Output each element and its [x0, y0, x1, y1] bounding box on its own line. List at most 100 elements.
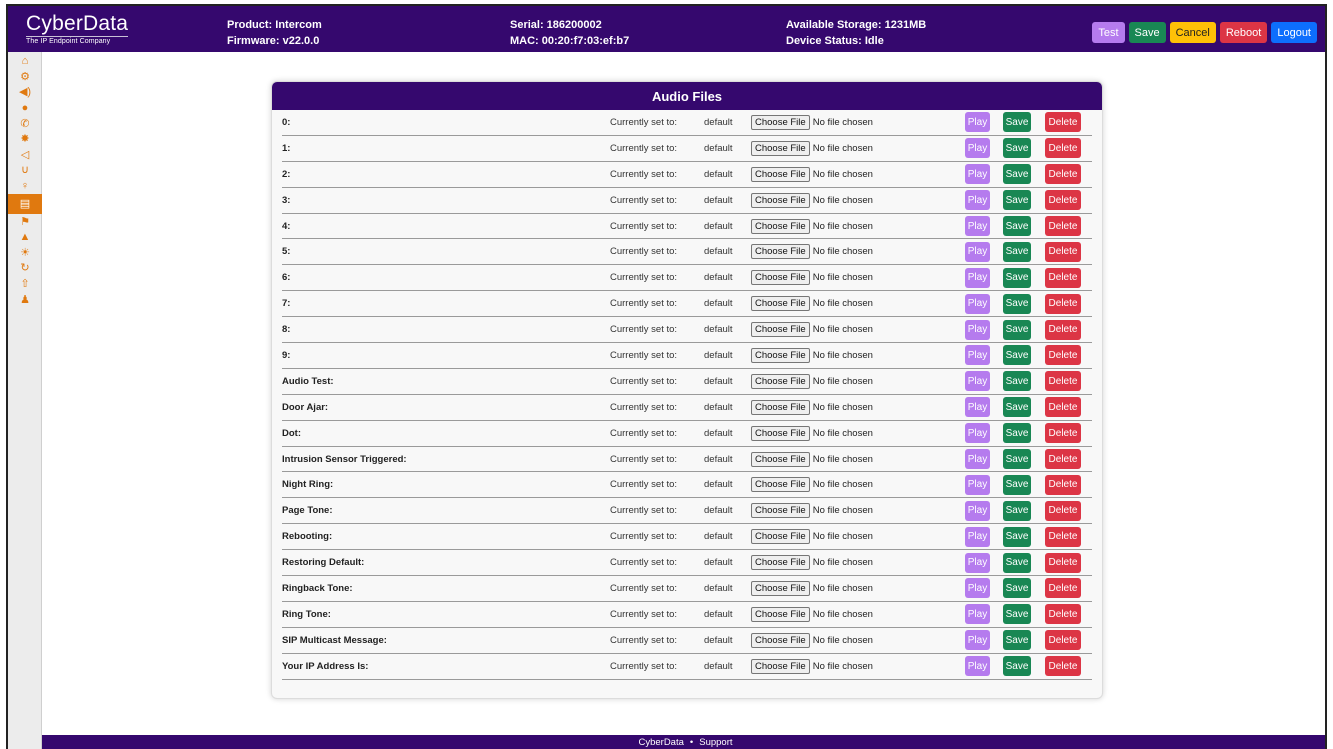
footer-cyberdata-link[interactable]: CyberData	[638, 737, 683, 748]
row-save-button[interactable]: Save	[1003, 345, 1031, 366]
play-button[interactable]: Play	[965, 578, 990, 599]
choose-file-button[interactable]: Choose File	[751, 244, 810, 260]
play-button[interactable]: Play	[965, 319, 990, 340]
user-icon[interactable]: ♟	[8, 292, 42, 308]
phone-icon[interactable]: ✆	[8, 116, 42, 132]
play-button[interactable]: Play	[965, 216, 990, 236]
choose-file-button[interactable]: Choose File	[751, 140, 810, 156]
row-save-button[interactable]: Save	[1003, 500, 1031, 521]
play-button[interactable]: Play	[965, 267, 990, 288]
row-save-button[interactable]: Save	[1003, 293, 1031, 314]
choose-file-button[interactable]: Choose File	[751, 322, 810, 338]
choose-file-button[interactable]: Choose File	[751, 166, 810, 182]
row-save-button[interactable]: Save	[1003, 319, 1031, 340]
delete-button[interactable]: Delete	[1045, 604, 1081, 625]
row-save-button[interactable]: Save	[1003, 578, 1031, 599]
delete-button[interactable]: Delete	[1045, 371, 1081, 392]
delete-button[interactable]: Delete	[1045, 552, 1081, 573]
delete-button[interactable]: Delete	[1045, 449, 1081, 470]
row-save-button[interactable]: Save	[1003, 138, 1031, 159]
delete-button[interactable]: Delete	[1045, 474, 1081, 495]
row-save-button[interactable]: Save	[1003, 474, 1031, 495]
play-button[interactable]: Play	[965, 241, 990, 262]
choose-file-button[interactable]: Choose File	[751, 296, 810, 312]
delete-button[interactable]: Delete	[1045, 138, 1081, 159]
delete-button[interactable]: Delete	[1045, 630, 1081, 651]
play-button[interactable]: Play	[965, 500, 990, 521]
row-save-button[interactable]: Save	[1003, 112, 1031, 133]
cancel-button[interactable]: Cancel	[1169, 22, 1216, 43]
row-save-button[interactable]: Save	[1003, 423, 1031, 444]
row-save-button[interactable]: Save	[1003, 552, 1031, 573]
choose-file-button[interactable]: Choose File	[751, 373, 810, 389]
row-save-button[interactable]: Save	[1003, 216, 1031, 236]
play-button[interactable]: Play	[965, 371, 990, 392]
row-save-button[interactable]: Save	[1003, 630, 1031, 651]
choose-file-button[interactable]: Choose File	[751, 632, 810, 648]
choose-file-button[interactable]: Choose File	[751, 503, 810, 519]
row-save-button[interactable]: Save	[1003, 397, 1031, 418]
delete-button[interactable]: Delete	[1045, 578, 1081, 599]
delete-button[interactable]: Delete	[1045, 397, 1081, 418]
choose-file-button[interactable]: Choose File	[751, 529, 810, 545]
row-save-button[interactable]: Save	[1003, 371, 1031, 392]
delete-button[interactable]: Delete	[1045, 345, 1081, 366]
row-save-button[interactable]: Save	[1003, 164, 1031, 185]
play-button[interactable]: Play	[965, 190, 990, 211]
delete-button[interactable]: Delete	[1045, 293, 1081, 314]
choose-file-button[interactable]: Choose File	[751, 606, 810, 622]
choose-file-button[interactable]: Choose File	[751, 347, 810, 363]
play-button[interactable]: Play	[965, 164, 990, 185]
logout-button[interactable]: Logout	[1271, 22, 1317, 43]
choose-file-button[interactable]: Choose File	[751, 114, 810, 130]
delete-button[interactable]: Delete	[1045, 164, 1081, 185]
choose-file-button[interactable]: Choose File	[751, 477, 810, 493]
sun-icon[interactable]: ☀	[8, 246, 42, 262]
lock-icon[interactable]: ▲	[8, 230, 42, 246]
play-button[interactable]: Play	[965, 397, 990, 418]
choose-file-button[interactable]: Choose File	[751, 218, 810, 234]
play-button[interactable]: Play	[965, 630, 990, 651]
row-save-button[interactable]: Save	[1003, 190, 1031, 211]
play-button[interactable]: Play	[965, 345, 990, 366]
audio-file-icon[interactable]: ▤	[8, 194, 42, 215]
badge-icon[interactable]: ✸	[8, 132, 42, 148]
flag-icon[interactable]: ⚑	[8, 214, 42, 230]
delete-button[interactable]: Delete	[1045, 190, 1081, 211]
row-save-button[interactable]: Save	[1003, 449, 1031, 470]
globe-icon[interactable]: ●	[8, 101, 42, 117]
upload-icon[interactable]: ⇧	[8, 277, 42, 293]
play-button[interactable]: Play	[965, 112, 990, 133]
footer-support-link[interactable]: Support	[699, 737, 732, 748]
logo[interactable]: CyberData The IP Endpoint Company	[26, 13, 129, 45]
play-button[interactable]: Play	[965, 423, 990, 444]
choose-file-button[interactable]: Choose File	[751, 270, 810, 286]
row-save-button[interactable]: Save	[1003, 604, 1031, 625]
choose-file-button[interactable]: Choose File	[751, 555, 810, 571]
play-button[interactable]: Play	[965, 293, 990, 314]
row-save-button[interactable]: Save	[1003, 656, 1031, 677]
volume-icon[interactable]: ◀)	[8, 85, 42, 101]
choose-file-button[interactable]: Choose File	[751, 425, 810, 441]
lightbulb-icon[interactable]: ♀	[8, 179, 42, 195]
choose-file-button[interactable]: Choose File	[751, 192, 810, 208]
reboot-button[interactable]: Reboot	[1219, 22, 1268, 43]
play-button[interactable]: Play	[965, 604, 990, 625]
delete-button[interactable]: Delete	[1045, 267, 1081, 288]
play-button[interactable]: Play	[965, 138, 990, 159]
delete-button[interactable]: Delete	[1045, 112, 1081, 133]
choose-file-button[interactable]: Choose File	[751, 399, 810, 415]
delete-button[interactable]: Delete	[1045, 500, 1081, 521]
play-button[interactable]: Play	[965, 474, 990, 495]
choose-file-button[interactable]: Choose File	[751, 451, 810, 467]
magnet-icon[interactable]: ∪	[8, 163, 42, 179]
delete-button[interactable]: Delete	[1045, 241, 1081, 262]
choose-file-button[interactable]: Choose File	[751, 580, 810, 596]
test-button[interactable]: Test	[1092, 22, 1125, 43]
delete-button[interactable]: Delete	[1045, 319, 1081, 340]
save-button[interactable]: Save	[1128, 22, 1166, 43]
row-save-button[interactable]: Save	[1003, 241, 1031, 262]
play-button[interactable]: Play	[965, 656, 990, 677]
delete-button[interactable]: Delete	[1045, 656, 1081, 677]
play-button[interactable]: Play	[965, 449, 990, 470]
